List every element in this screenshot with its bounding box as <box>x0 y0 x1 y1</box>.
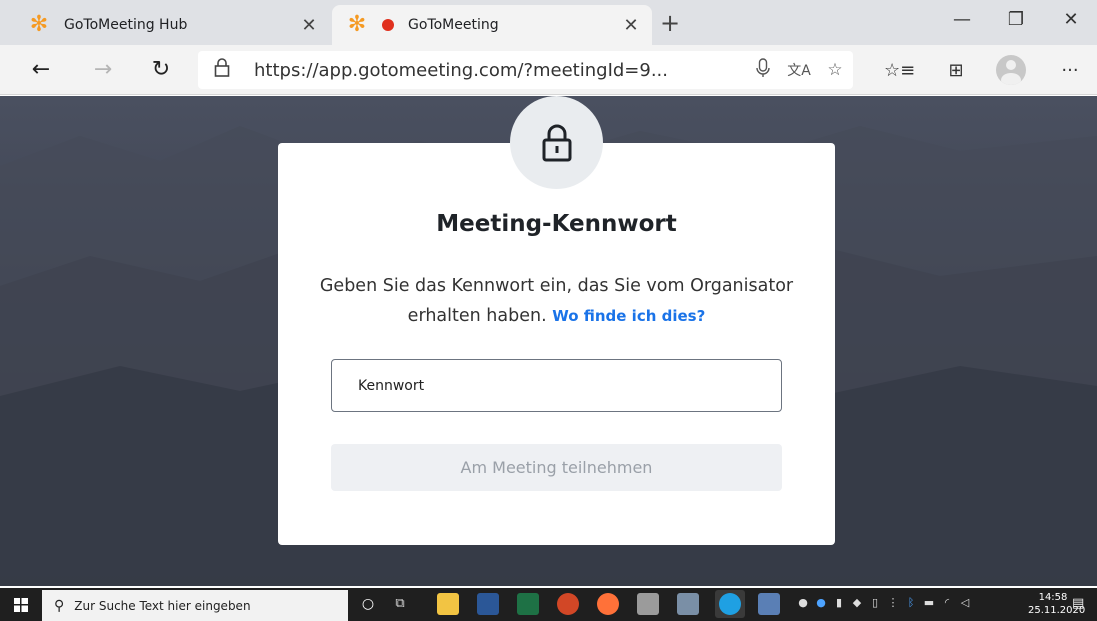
app-icon[interactable] <box>758 593 780 615</box>
taskbar-search-box[interactable]: ⚲ Zur Suche Text hier eingeben <box>42 590 348 621</box>
search-icon: ⚲ <box>54 597 65 614</box>
page-background: Meeting-Kennwort Geben Sie das Kennwort … <box>0 96 1097 586</box>
battery-icon[interactable]: ▬ <box>922 596 936 612</box>
tab-title: GoToMeeting Hub <box>64 17 188 33</box>
calculator-icon[interactable] <box>677 593 699 615</box>
edge-icon <box>719 593 741 615</box>
address-bar[interactable]: https://app.gotomeeting.com/?meetingId=9… <box>198 51 853 89</box>
help-link[interactable]: Wo finde ich dies? <box>552 307 705 325</box>
close-tab-icon[interactable]: ✕ <box>298 15 320 36</box>
translate-icon[interactable]: 文A <box>781 60 817 80</box>
tab-gotomeeting-hub[interactable]: ✻ GoToMeeting Hub ✕ <box>14 5 330 45</box>
microphone-icon[interactable] <box>745 57 781 83</box>
task-view-icon[interactable]: ⧉ <box>389 593 411 615</box>
collections-icon[interactable]: ⊞ <box>942 57 970 85</box>
join-meeting-button[interactable]: Am Meeting teilnehmen <box>331 444 782 491</box>
powerpoint-icon[interactable] <box>557 593 579 615</box>
notification-center-icon[interactable]: ▤ <box>1072 596 1090 612</box>
refresh-button[interactable]: ↻ <box>146 55 176 85</box>
edge-taskbar-active[interactable] <box>715 590 745 618</box>
tab-title: GoToMeeting <box>408 17 499 33</box>
dialog-title: Meeting-Kennwort <box>436 211 677 237</box>
tray-icon[interactable]: ⋮ <box>886 596 900 612</box>
clock-time: 14:58 <box>1038 592 1068 603</box>
tray-icon[interactable]: ● <box>814 596 828 612</box>
site-lock-icon[interactable] <box>214 57 238 83</box>
password-input[interactable] <box>331 359 782 412</box>
cortana-icon[interactable]: ○ <box>357 593 379 615</box>
file-explorer-icon[interactable] <box>437 593 459 615</box>
gotomeeting-logo-icon: ✻ <box>347 12 367 37</box>
tray-icon[interactable]: ▮ <box>832 596 846 612</box>
forward-button[interactable]: → <box>88 55 118 85</box>
firefox-icon[interactable] <box>597 593 619 615</box>
gotomeeting-logo-icon: ✻ <box>29 12 49 37</box>
close-tab-icon[interactable]: ✕ <box>620 15 642 36</box>
favorites-list-icon[interactable]: ☆≡ <box>884 57 915 85</box>
minimize-button[interactable]: — <box>936 0 988 40</box>
lock-icon <box>542 124 571 161</box>
new-tab-button[interactable]: + <box>654 8 686 40</box>
back-button[interactable]: ← <box>26 55 56 85</box>
browser-toolbar: ← → ↻ https://app.gotomeeting.com/?meeti… <box>0 45 1097 95</box>
bluetooth-icon[interactable]: ᛒ <box>904 596 918 612</box>
word-icon[interactable] <box>477 593 499 615</box>
recording-indicator-icon <box>382 19 394 31</box>
tray-icon[interactable]: ▯ <box>868 596 882 612</box>
more-menu-icon[interactable]: ··· <box>1056 57 1084 85</box>
excel-icon[interactable] <box>517 593 539 615</box>
volume-icon[interactable]: ◁ <box>958 596 972 612</box>
clock-date: 25.11.2020 <box>1028 605 1086 616</box>
profile-avatar[interactable] <box>996 55 1026 85</box>
favorite-star-icon[interactable]: ☆ <box>817 60 853 80</box>
tray-icon[interactable]: ● <box>796 596 810 612</box>
wifi-icon[interactable]: ◜ <box>940 596 954 612</box>
restore-button[interactable]: ❐ <box>990 0 1042 40</box>
tray-icon[interactable]: ◆ <box>850 596 864 612</box>
start-button[interactable] <box>0 588 42 621</box>
password-dialog: Meeting-Kennwort Geben Sie das Kennwort … <box>278 143 835 545</box>
search-placeholder: Zur Suche Text hier eingeben <box>74 598 251 613</box>
lock-badge <box>510 96 603 189</box>
browser-tab-strip: ✻ GoToMeeting Hub ✕ ✻ GoToMeeting ✕ + — … <box>0 0 1097 45</box>
dialog-description: Geben Sie das Kennwort ein, das Sie vom … <box>318 271 795 331</box>
url-text[interactable]: https://app.gotomeeting.com/?meetingId=9… <box>254 60 745 81</box>
windows-taskbar: ⚲ Zur Suche Text hier eingeben ○ ⧉ ● ● ▮… <box>0 588 1097 621</box>
windows-logo-icon <box>14 597 28 612</box>
close-window-button[interactable]: ✕ <box>1045 0 1097 40</box>
tab-gotomeeting[interactable]: ✻ GoToMeeting ✕ <box>332 5 652 45</box>
taskbar-clock[interactable]: 14:58 25.11.2020 <box>1028 591 1086 617</box>
paint-icon[interactable] <box>637 593 659 615</box>
